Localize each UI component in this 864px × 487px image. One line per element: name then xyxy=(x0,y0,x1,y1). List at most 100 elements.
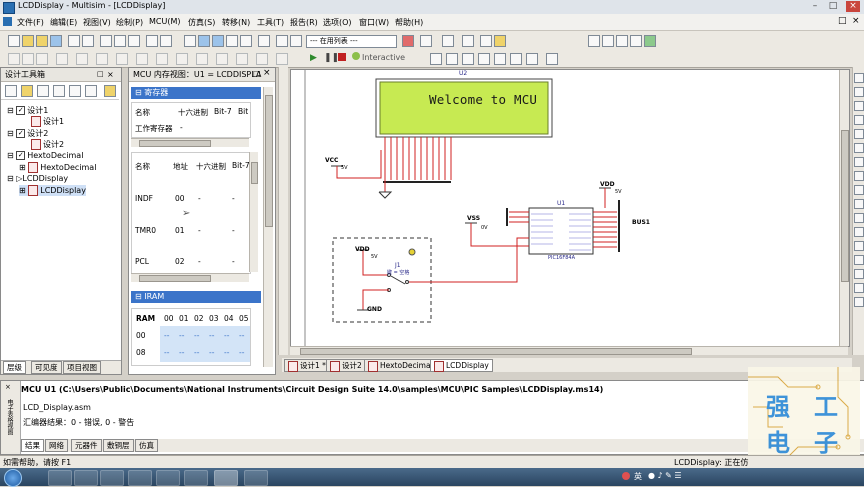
schematic-vscroll[interactable] xyxy=(839,70,849,346)
network-analyzer-icon[interactable] xyxy=(854,241,864,251)
zoom-area-icon[interactable] xyxy=(616,35,628,47)
logic-converter-icon[interactable] xyxy=(854,185,864,195)
redo-icon[interactable] xyxy=(160,35,172,47)
tree-item-design2[interactable]: ⊟ ✓ 设计2 xyxy=(7,128,48,139)
tree-item-hextodecimal-sheet[interactable]: ⊞ HextoDecimal xyxy=(19,162,96,173)
menu-simulate[interactable]: 仿真(S) xyxy=(188,17,215,28)
taskbar-app2-icon[interactable] xyxy=(184,470,208,486)
oscilloscope-icon[interactable] xyxy=(854,115,864,125)
splitter-bar[interactable] xyxy=(278,67,288,355)
toggle-breakpoint-icon[interactable] xyxy=(510,53,522,65)
menu-tools[interactable]: 工具(T) xyxy=(257,17,284,28)
ground-icon[interactable] xyxy=(196,53,208,65)
text-icon[interactable] xyxy=(76,53,88,65)
step-over-icon[interactable] xyxy=(462,53,474,65)
panel-close-icon[interactable]: × xyxy=(263,68,271,78)
collapse-icon[interactable]: ⊟ xyxy=(7,129,14,138)
open-design-icon[interactable] xyxy=(21,85,33,97)
tree-item-design2-sheet[interactable]: 设计2 xyxy=(31,139,64,150)
mcu-view-vscroll[interactable] xyxy=(263,87,273,367)
tray-icons[interactable]: ● ♪ ✎ ☰ xyxy=(648,471,682,480)
transfer-icon[interactable] xyxy=(276,35,288,47)
pin-icon[interactable]: □ xyxy=(253,69,261,78)
annotate-icon[interactable] xyxy=(420,35,432,47)
find-icon[interactable] xyxy=(480,35,492,47)
pause-icon[interactable]: ❚❚ xyxy=(324,53,339,63)
minimize-button[interactable]: – xyxy=(808,1,822,12)
wire-icon[interactable] xyxy=(462,35,474,47)
sfr-vscroll[interactable] xyxy=(249,152,258,272)
new-design-icon[interactable] xyxy=(5,85,17,97)
collapse-icon[interactable]: ⊟ xyxy=(7,151,14,160)
iram-cell[interactable]: -- xyxy=(179,348,184,357)
cut-icon[interactable] xyxy=(100,35,112,47)
menu-edit[interactable]: 编辑(E) xyxy=(50,17,77,28)
doc-close-button[interactable]: × xyxy=(852,16,860,26)
run-icon[interactable]: ▶ xyxy=(310,53,317,63)
wattmeter-icon[interactable] xyxy=(854,101,864,111)
multimeter-icon[interactable] xyxy=(854,73,864,83)
full-screen-icon[interactable] xyxy=(644,35,656,47)
menu-place[interactable]: 绘制(P) xyxy=(116,17,143,28)
step-into-icon[interactable] xyxy=(446,53,458,65)
tree-item-lcddisplay[interactable]: ⊟ ▷LCDDisplay xyxy=(7,174,68,183)
comment-icon[interactable] xyxy=(156,53,168,65)
sfr-bit[interactable]: - xyxy=(232,257,235,266)
taskbar-app-icon[interactable] xyxy=(156,470,180,486)
tray-sogou-icon[interactable] xyxy=(622,472,630,480)
taskbar-ie-icon[interactable] xyxy=(48,470,72,486)
sfr-bit[interactable]: - xyxy=(232,226,235,235)
help-icon[interactable] xyxy=(494,35,506,47)
agilent-icon[interactable] xyxy=(854,255,864,265)
tektronix-icon[interactable] xyxy=(854,269,864,279)
menu-view[interactable]: 视图(V) xyxy=(83,17,111,28)
fullscreen-icon[interactable] xyxy=(184,35,196,47)
labview-icon[interactable] xyxy=(854,283,864,293)
iram-cell[interactable]: -- xyxy=(164,331,169,340)
iram-cell[interactable]: -- xyxy=(179,331,184,340)
probe-settings-icon[interactable] xyxy=(546,53,558,65)
menu-options[interactable]: 选项(O) xyxy=(323,17,352,28)
iram-cell[interactable]: -- xyxy=(239,331,244,340)
tab-lcddisplay[interactable]: LCDDisplay xyxy=(430,359,493,372)
step-out-icon[interactable] xyxy=(478,53,490,65)
bus-icon[interactable] xyxy=(22,53,34,65)
diode-icon[interactable] xyxy=(276,53,288,65)
spreadsheet-icon[interactable] xyxy=(198,35,210,47)
open-sample-icon[interactable] xyxy=(36,35,48,47)
junction-icon[interactable] xyxy=(36,53,48,65)
run-to-cursor-icon[interactable] xyxy=(494,53,506,65)
save-icon[interactable] xyxy=(50,35,62,47)
tab-visibility[interactable]: 可见度 xyxy=(31,361,62,374)
iram-cell[interactable]: -- xyxy=(224,348,229,357)
spectrum-analyzer-icon[interactable] xyxy=(854,227,864,237)
schematic-canvas[interactable]: U2 Welcome to MCU VCC 5V VDD 5V VSS 0V U… xyxy=(290,69,850,347)
rule-icon[interactable] xyxy=(176,53,188,65)
current-probe-icon[interactable] xyxy=(854,297,864,307)
working-register-value[interactable]: - xyxy=(180,123,183,132)
close-button[interactable]: × xyxy=(846,1,860,12)
menu-window[interactable]: 窗口(W) xyxy=(359,17,389,28)
tray-language[interactable]: 英 xyxy=(634,471,642,482)
graphics-icon[interactable] xyxy=(96,53,108,65)
iram-cell[interactable]: -- xyxy=(209,331,214,340)
taskbar-app3-icon[interactable] xyxy=(244,470,268,486)
rename-icon[interactable] xyxy=(69,85,81,97)
postprocessor-icon[interactable] xyxy=(226,35,238,47)
sfr-bit[interactable]: - xyxy=(232,194,235,203)
close-design-icon[interactable] xyxy=(53,85,65,97)
tree-item-hextodecimal[interactable]: ⊟ ✓ HextoDecimal xyxy=(7,151,83,160)
undo-icon[interactable] xyxy=(146,35,158,47)
logic-analyzer-icon[interactable] xyxy=(854,171,864,181)
counter-icon[interactable] xyxy=(854,143,864,153)
menu-file[interactable]: 文件(F) xyxy=(17,17,44,28)
doc-restore-button[interactable]: □ xyxy=(838,16,847,26)
registers-hscroll[interactable] xyxy=(131,138,249,147)
menu-transfer[interactable]: 转移(N) xyxy=(222,17,250,28)
iram-cell[interactable]: -- xyxy=(194,331,199,340)
hierarchical-icon[interactable] xyxy=(116,53,128,65)
menu-reports[interactable]: 报告(R) xyxy=(290,17,318,28)
basic-icon[interactable] xyxy=(256,53,268,65)
expand-icon[interactable]: ⊞ xyxy=(19,186,26,195)
title-block-icon[interactable] xyxy=(136,53,148,65)
